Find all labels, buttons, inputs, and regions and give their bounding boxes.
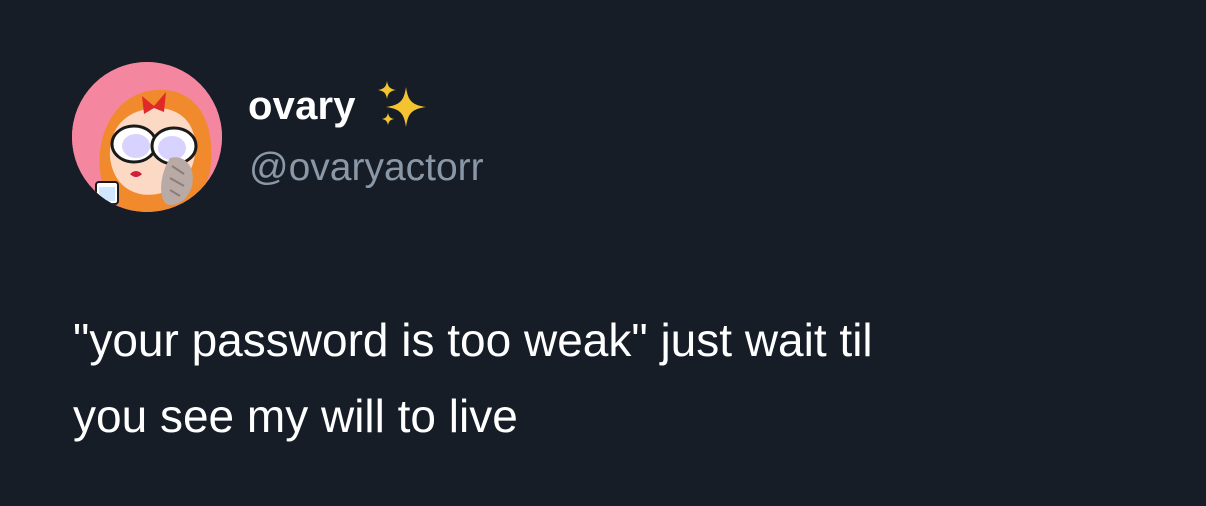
tweet-text-line-2: you see my will to live [73, 390, 518, 442]
author-name-row: ovary [248, 80, 432, 132]
tweet-text-line-1: "your password is too weak" just wait ti… [73, 314, 873, 366]
avatar[interactable] [72, 62, 222, 212]
tweet-text: "your password is too weak" just wait ti… [73, 302, 1153, 454]
avatar-image [72, 62, 222, 212]
author-display-name[interactable]: ovary [248, 80, 356, 132]
sparkles-icon [374, 79, 432, 133]
tweet-card: ovary @ovaryactorr "your password is too… [0, 0, 1206, 506]
author-handle[interactable]: @ovaryactorr [249, 143, 484, 193]
